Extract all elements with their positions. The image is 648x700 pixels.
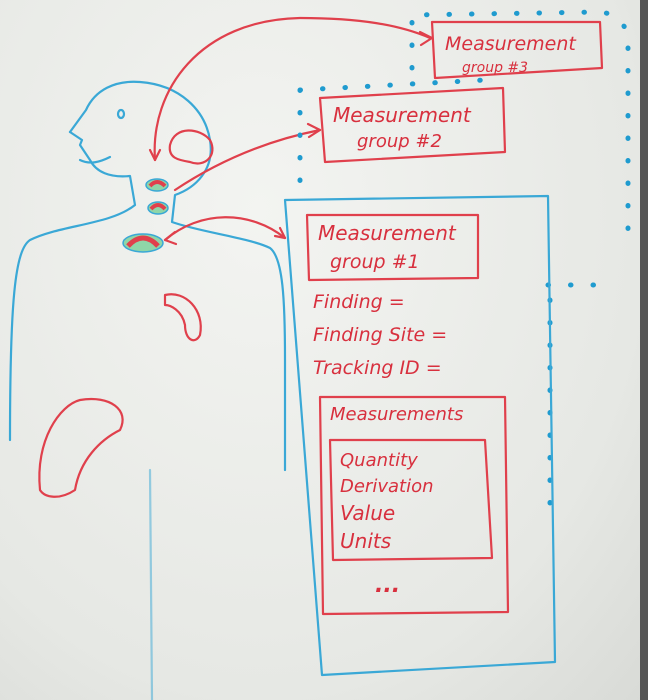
measurement-group-1[interactable]: Measurement group #1 Finding = Finding S… (305, 213, 510, 616)
group2-title: Measurement (333, 103, 472, 127)
measurement-group-3[interactable]: Measurement group #3 (430, 20, 604, 80)
measurement-group-2[interactable]: Measurement group #2 (318, 86, 507, 164)
eye-icon (116, 108, 126, 120)
brain-shape (168, 129, 214, 165)
body-outline (8, 80, 287, 700)
item-quantity: Quantity (340, 450, 418, 471)
heart-shape (163, 293, 202, 342)
field-tracking-id: Tracking ID = (313, 357, 442, 379)
measurements-title: Measurements (330, 404, 463, 425)
board-frame-edge (640, 0, 648, 700)
whiteboard: Measurement group #3 Measurement group #… (0, 0, 648, 700)
group1-title: Measurement (318, 221, 457, 245)
field-finding: Finding = (313, 291, 405, 313)
item-derivation: Derivation (340, 476, 434, 497)
organs (38, 129, 214, 498)
measurements-box[interactable]: Measurements Quantity Derivation Value U… (318, 395, 510, 616)
more-ellipsis: ... (375, 573, 400, 598)
group1-subtitle: group #1 (330, 251, 420, 273)
group3-title: Measurement (445, 33, 577, 55)
group2-subtitle: group #2 (357, 131, 442, 152)
diagram: Measurement group #3 Measurement group #… (8, 9, 631, 700)
item-units: Units (340, 529, 391, 553)
item-value: Value (340, 501, 395, 525)
field-finding-site: Finding Site = (313, 324, 447, 346)
liver-shape (38, 397, 124, 498)
group1-container (283, 194, 557, 677)
group3-subtitle: group #3 (462, 60, 528, 76)
